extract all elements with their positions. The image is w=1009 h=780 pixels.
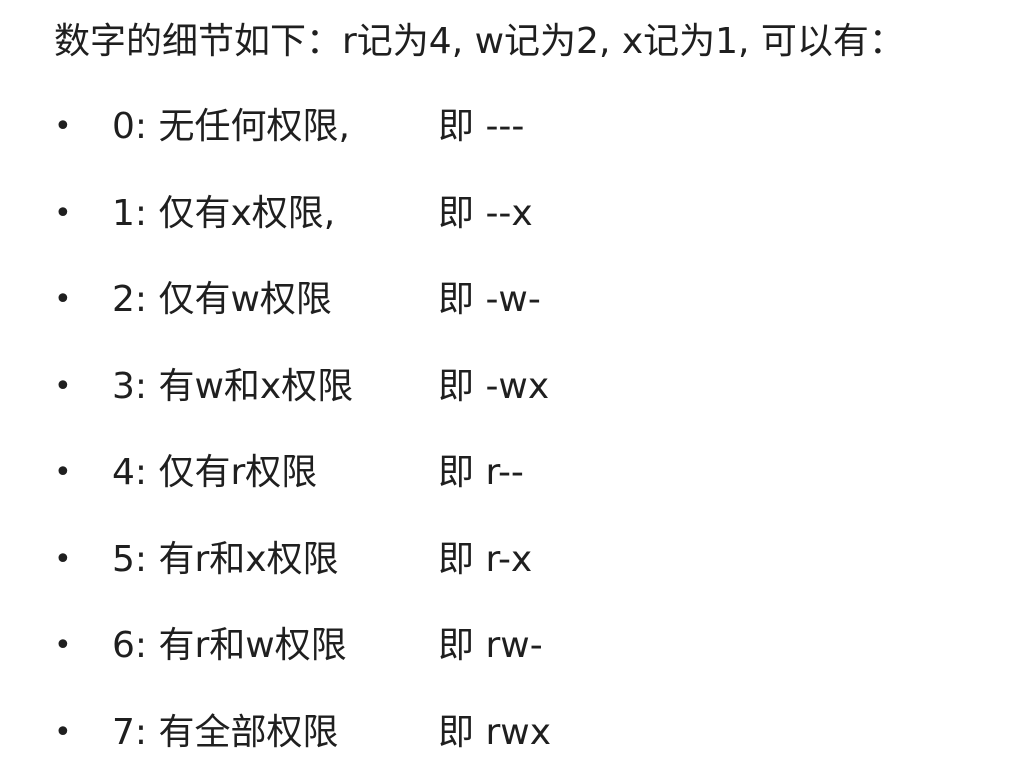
bullet-icon: •	[54, 541, 72, 577]
list-item: • 1: 仅有x权限, 即 --x	[0, 171, 1009, 258]
permission-description: 2: 仅有w权限	[112, 279, 332, 320]
list-item: • 0: 无任何权限, 即 ---	[0, 84, 1009, 171]
bullet-icon: •	[54, 282, 72, 317]
list-item: • 5: 有r和x权限 即 r-x	[0, 517, 1009, 604]
permission-description: 4: 仅有r权限	[112, 452, 318, 493]
bullet-icon: •	[54, 628, 72, 663]
permission-description: 6: 有r和w权限	[112, 625, 347, 666]
symbolic-notation: 即 r-x	[438, 538, 533, 580]
list-item: • 4: 仅有r权限 即 r--	[0, 430, 1009, 517]
list-item: • 3: 有w和x权限 即 -wx	[0, 344, 1009, 431]
permission-description: 1: 仅有x权限,	[112, 192, 336, 234]
bullet-icon: •	[54, 714, 72, 750]
permission-list: • 0: 无任何权限, 即 --- • 1: 仅有x权限, 即 --x • 2:…	[0, 84, 1009, 776]
permission-description: 0: 无任何权限,	[112, 106, 350, 147]
list-item: • 6: 有r和w权限 即 rw-	[0, 603, 1009, 690]
symbolic-notation: 即 rwx	[438, 711, 551, 753]
symbolic-notation: 即 --x	[438, 192, 533, 234]
list-item: • 7: 有全部权限 即 rwx	[0, 690, 1009, 777]
permission-description: 5: 有r和x权限	[112, 538, 339, 580]
bullet-icon: •	[54, 455, 72, 490]
permission-description: 7: 有全部权限	[112, 711, 339, 753]
symbolic-notation: 即 -w-	[438, 279, 541, 320]
symbolic-notation: 即 ---	[438, 106, 525, 147]
symbolic-notation: 即 -wx	[438, 365, 550, 407]
bullet-icon: •	[54, 368, 72, 404]
bullet-icon: •	[54, 195, 72, 231]
list-item: • 2: 仅有w权限 即 -w-	[0, 257, 1009, 344]
heading: 数字的细节如下：r记为4, w记为2, x记为1, 可以有：	[54, 21, 905, 62]
permission-description: 3: 有w和x权限	[112, 365, 354, 407]
symbolic-notation: 即 rw-	[438, 625, 543, 666]
document: 数字的细节如下：r记为4, w记为2, x记为1, 可以有： • 0: 无任何权…	[0, 0, 1009, 780]
symbolic-notation: 即 r--	[438, 452, 524, 493]
bullet-icon: •	[54, 109, 72, 144]
